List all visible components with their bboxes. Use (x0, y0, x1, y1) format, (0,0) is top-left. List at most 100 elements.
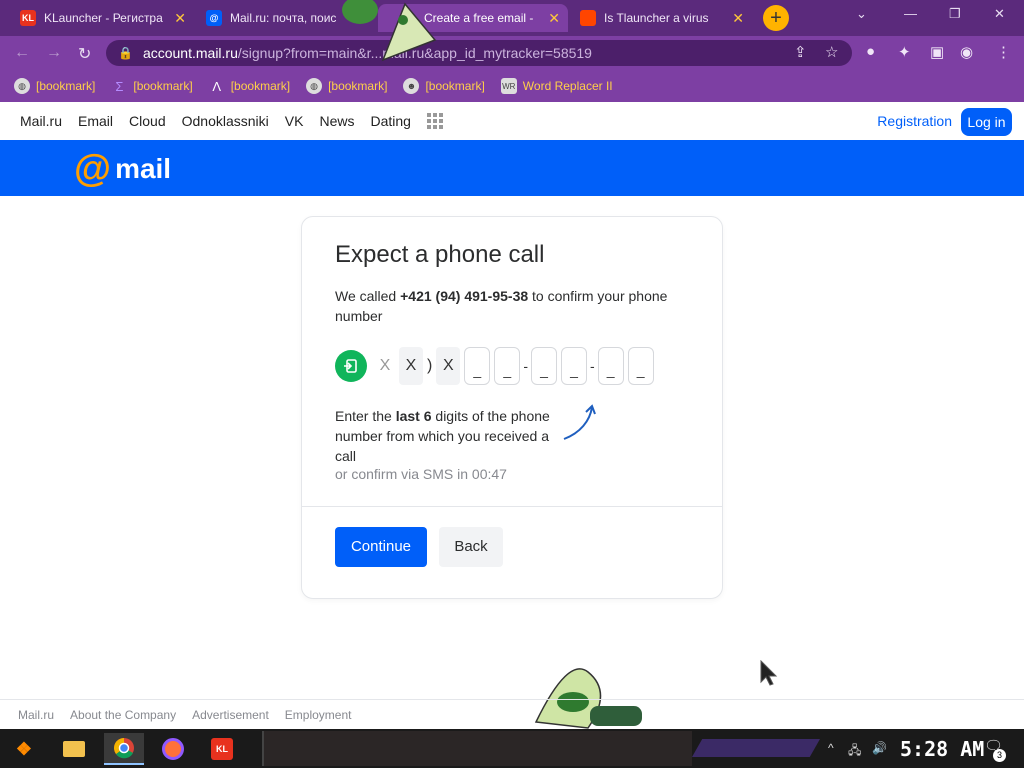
nav-link-vk[interactable]: VK (285, 113, 304, 129)
profile-icon[interactable]: ◉ (960, 43, 973, 61)
extension-avatar-icon[interactable]: ● (866, 43, 875, 60)
bookmark-item[interactable]: Λ [bookmark] (209, 78, 290, 94)
digit-input-3[interactable]: _ (531, 346, 557, 385)
digit-input-6[interactable]: _ (627, 346, 654, 385)
klauncher-icon: KL (20, 10, 36, 26)
wr-icon: WR (500, 78, 517, 94)
continue-button[interactable]: Continue (335, 527, 427, 567)
bookmark-label: [bookmark] (133, 79, 193, 93)
phone-digits-row: X X ) X _ _ - _ _ - _ _ (335, 346, 656, 385)
restore-icon[interactable]: ❐ (949, 6, 961, 22)
forward-icon[interactable]: → (46, 44, 62, 62)
lock-icon: 🔒 (118, 46, 133, 60)
curved-arrow-icon (563, 404, 596, 440)
taskbar-chrome[interactable] (104, 733, 144, 765)
site-footer: Mail.ru About the Company Advertisement … (0, 699, 1024, 729)
back-button[interactable]: Back (439, 527, 503, 567)
site-top-nav: Mail.ru Email Cloud Odnoklassniki VK New… (0, 102, 1024, 140)
sidepanel-icon[interactable]: ▣ (930, 43, 944, 61)
close-icon[interactable]: ✕ (732, 10, 744, 27)
apps-grid-icon[interactable] (426, 113, 443, 129)
network-icon[interactable]: 🖧 (848, 741, 861, 762)
minimize-icon[interactable]: — (904, 6, 917, 21)
card-divider (302, 506, 722, 507)
taskbar-klauncher[interactable]: KL (202, 733, 242, 765)
digit-input-1[interactable]: _ (464, 346, 491, 385)
called-phone-number: +421 (94) 491-95-38 (400, 288, 529, 304)
taskbar-file-explorer[interactable] (54, 733, 94, 765)
windows-taskbar: ❖ KL ^ 🖧 🔊 5:28 AM 🗨 3 (0, 729, 1024, 768)
volume-icon[interactable]: 🔊 (872, 741, 887, 755)
reload-icon[interactable]: ↻ (78, 44, 91, 64)
taskbar-decoration (692, 739, 820, 757)
digit-input-2[interactable]: _ (494, 346, 521, 385)
nav-link-news[interactable]: News (319, 113, 354, 129)
new-tab-button[interactable]: + (763, 5, 789, 31)
show-hidden-icons[interactable]: ^ (828, 741, 834, 755)
phone-prefix-char: X (436, 346, 461, 385)
close-window-icon[interactable]: ✕ (994, 6, 1005, 22)
tab-klauncher[interactable]: KL KLauncher - Регистра ✕ (12, 4, 194, 32)
start-icon: ❖ (15, 738, 33, 759)
tab-reddit[interactable]: Is Tlauncher a virus ✕ (572, 4, 752, 32)
phone-prefix-char: X (399, 346, 423, 385)
nav-link-odnoklassniki[interactable]: Odnoklassniki (182, 113, 269, 129)
call-description: We called +421 (94) 491-95-38 to confirm… (335, 286, 675, 326)
digit-input-4[interactable]: _ (561, 346, 587, 385)
bookmark-label: [bookmark] (328, 79, 388, 93)
mailru-logo[interactable]: @ mail (74, 150, 171, 188)
share-icon[interactable]: ⇪ (794, 43, 807, 61)
bookmark-item[interactable]: Σ [bookmark] (111, 78, 192, 94)
sms-countdown: or confirm via SMS in 00:47 (335, 466, 507, 482)
tab-title: KLauncher - Регистра (44, 11, 163, 25)
footer-link-mailru[interactable]: Mail.ru (18, 708, 54, 722)
nav-link-cloud[interactable]: Cloud (129, 113, 166, 129)
address-bar[interactable]: 🔒 account.mail.ru/signup?from=main&r...m… (106, 40, 852, 66)
bookmark-item[interactable]: ☻ [bookmark] (403, 78, 485, 94)
close-icon[interactable]: ✕ (548, 10, 560, 27)
hint-bold: last 6 (395, 408, 432, 424)
bookmark-item[interactable]: WR Word Replacer II (500, 78, 613, 94)
digit-input-5[interactable]: _ (597, 346, 624, 385)
nav-link-dating[interactable]: Dating (370, 113, 410, 129)
logo-text: mail (115, 153, 172, 184)
bookmark-item[interactable]: ◍ [bookmark] (14, 78, 95, 94)
firefox-icon (162, 738, 184, 760)
browser-tab-strip: KL KLauncher - Регистра ✕ @ Mail.ru: поч… (0, 0, 1024, 36)
bookmark-item[interactable]: ◍ [bookmark] (306, 78, 387, 94)
tab-search-icon[interactable]: ⌄ (856, 6, 867, 22)
back-icon[interactable]: ← (14, 44, 30, 62)
menu-icon[interactable]: ⋮ (996, 43, 1011, 61)
chrome-icon (114, 738, 134, 759)
footer-link-employment[interactable]: Employment (285, 708, 352, 722)
extensions-icon[interactable]: ✦ (898, 43, 911, 61)
mailru-icon: @ (206, 10, 222, 26)
digit-separator: - (523, 357, 528, 374)
footer-link-advertisement[interactable]: Advertisement (192, 708, 269, 722)
bookmark-star-icon[interactable]: ☆ (825, 43, 838, 61)
registration-link[interactable]: Registration (877, 113, 952, 129)
start-button[interactable]: ❖ (4, 733, 44, 765)
taskbar-firefox[interactable] (153, 733, 193, 765)
phone-prefix-char: ) (427, 356, 433, 374)
ghost-icon: ☻ (403, 78, 420, 94)
phone-call-icon (335, 349, 367, 382)
klauncher-icon: KL (211, 738, 233, 760)
bookmark-label: [bookmark] (230, 79, 291, 93)
logo-at-icon: @ (74, 148, 112, 190)
phone-confirm-card: Expect a phone call We called +421 (94) … (301, 216, 723, 599)
mouse-cursor-icon (760, 660, 778, 686)
bookmark-label: Word Replacer II (522, 79, 613, 93)
footer-link-about[interactable]: About the Company (70, 708, 176, 722)
notification-count-badge: 3 (993, 749, 1006, 762)
bookmarks-bar: ◍ [bookmark] Σ [bookmark] Λ [bookmark] ◍ [bo… (0, 70, 1024, 102)
nav-link-mailru[interactable]: Mail.ru (20, 113, 62, 129)
nav-link-email[interactable]: Email (78, 113, 113, 129)
url-host: account.mail.ru (142, 45, 238, 61)
login-button[interactable]: Log in (961, 108, 1012, 136)
bookmark-label: [bookmark] (36, 79, 96, 93)
lambda-icon: Λ (212, 78, 222, 94)
close-icon[interactable]: ✕ (174, 10, 186, 27)
taskbar-clock[interactable]: 5:28 AM (900, 737, 984, 761)
hint-text: Enter the (335, 408, 396, 424)
